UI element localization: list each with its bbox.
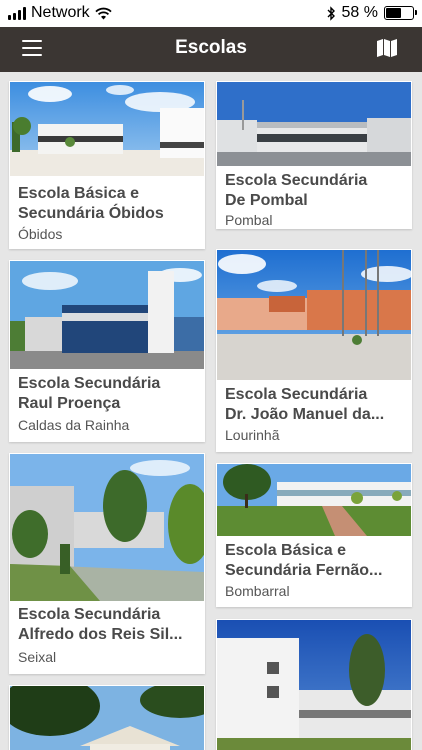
bluetooth-icon xyxy=(327,5,335,21)
school-photo xyxy=(10,82,204,176)
school-card[interactable] xyxy=(216,619,412,750)
school-name: Escola Secundária De Pombal xyxy=(225,172,368,209)
school-card[interactable]: Escola Secundária Alfredo dos Reis Sil..… xyxy=(9,453,205,674)
battery-level xyxy=(386,8,402,18)
school-name: Escola Secundária Alfredo dos Reis Sil..… xyxy=(18,606,183,643)
school-town: Caldas da Rainha xyxy=(18,417,130,433)
school-town: Seixal xyxy=(18,649,57,665)
wifi-icon xyxy=(95,7,112,19)
school-photo xyxy=(217,82,411,166)
school-card[interactable]: Escola Secundária Raul Proença Caldas da… xyxy=(9,260,205,442)
signal-icon xyxy=(8,6,26,20)
battery-icon xyxy=(384,6,417,20)
school-card[interactable]: Escola Secundária De Pombal Pombal xyxy=(216,81,412,229)
school-name: Escola Básica e Secundária Fernão... xyxy=(225,542,383,579)
school-photo xyxy=(217,464,411,536)
school-town: Óbidos xyxy=(18,226,63,242)
schools-grid: Escola Básica e Secundária Óbidos Óbidos… xyxy=(0,72,422,750)
map-icon[interactable] xyxy=(376,38,398,58)
school-photo xyxy=(10,261,204,369)
page-title: Escolas xyxy=(175,37,247,58)
school-photo xyxy=(217,620,411,750)
school-photo xyxy=(10,686,204,750)
status-left: Network xyxy=(8,4,112,22)
school-card[interactable]: Escola Básica e Secundária Óbidos Óbidos xyxy=(9,81,205,249)
school-card[interactable]: Escola Secundária Dr. João Manuel da... … xyxy=(216,249,412,452)
school-photo xyxy=(217,250,411,380)
nav-bar: Escolas xyxy=(0,27,422,72)
school-name: Escola Básica e Secundária Óbidos xyxy=(18,185,164,222)
school-town: Pombal xyxy=(225,212,273,228)
school-card[interactable] xyxy=(9,685,205,750)
school-card[interactable]: Escola Básica e Secundária Fernão... Bom… xyxy=(216,463,412,607)
battery-percent: 58 % xyxy=(341,4,378,21)
school-photo xyxy=(10,454,204,601)
status-bar: Network 58 % xyxy=(0,0,422,27)
carrier-label: Network xyxy=(31,4,90,21)
school-town: Bombarral xyxy=(225,583,290,599)
status-right: 58 % xyxy=(326,4,417,22)
school-name: Escola Secundária Dr. João Manuel da... xyxy=(225,386,385,423)
school-town: Lourinhã xyxy=(225,427,280,443)
school-name: Escola Secundária Raul Proença xyxy=(18,375,161,412)
